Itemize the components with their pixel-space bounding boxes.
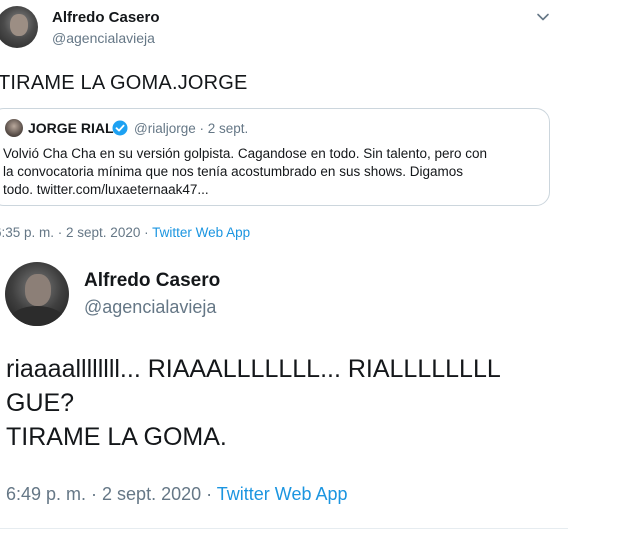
source-app-link[interactable]: Twitter Web App <box>152 225 250 240</box>
quoted-avatar[interactable] <box>5 119 23 137</box>
author-name[interactable]: Alfredo Casero <box>84 270 220 292</box>
author-name[interactable]: Alfredo Casero <box>52 9 160 26</box>
tweet-text: TIRAME LA GOMA.JORGE <box>0 72 248 94</box>
quoted-text: Volvió Cha Cha en su versión golpista. C… <box>3 145 538 199</box>
quoted-text-line: todo. twitter.com/luxaeternaak47... <box>3 182 209 197</box>
tweet-top[interactable]: Alfredo Casero @agencialavieja TIRAME LA… <box>0 0 560 248</box>
source-app-link[interactable]: Twitter Web App <box>217 484 348 504</box>
chevron-down-icon[interactable] <box>536 10 550 24</box>
author-handle[interactable]: @agencialavieja <box>84 297 216 318</box>
tweet-text-line: riaaaallllllll... RIAAALLLLLLL... RIALLL… <box>6 355 501 383</box>
verified-badge-icon <box>112 120 128 136</box>
quoted-text-line: la convocatoria mínima que nos tenía aco… <box>3 164 463 179</box>
divider <box>0 528 568 529</box>
quoted-author-name: JORGE RIAL <box>28 120 114 136</box>
avatar[interactable] <box>5 262 69 326</box>
tweet-text: riaaaallllllll... RIAAALLLLLLL... RIALLL… <box>6 352 501 454</box>
tweet-text-line: GUE? <box>6 389 75 417</box>
tweet-meta: 6:35 p. m. · 2 sept. 2020 · Twitter Web … <box>0 225 250 240</box>
quoted-tweet[interactable]: JORGE RIAL @rialjorge · 2 sept. Volvió C… <box>0 108 550 206</box>
tweet-text-line: TIRAME LA GOMA. <box>6 423 227 451</box>
tweet-meta: 6:49 p. m. · 2 sept. 2020 · Twitter Web … <box>6 484 348 505</box>
quoted-author-handle: @rialjorge · 2 sept. <box>134 121 249 136</box>
avatar[interactable] <box>0 6 38 48</box>
tweet-timestamp[interactable]: 6:49 p. m. · 2 sept. 2020 · <box>6 484 217 504</box>
quoted-text-line: Volvió Cha Cha en su versión golpista. C… <box>3 146 488 161</box>
tweet-timestamp[interactable]: 6:35 p. m. · 2 sept. 2020 · <box>0 225 152 240</box>
author-handle[interactable]: @agencialavieja <box>52 30 155 46</box>
